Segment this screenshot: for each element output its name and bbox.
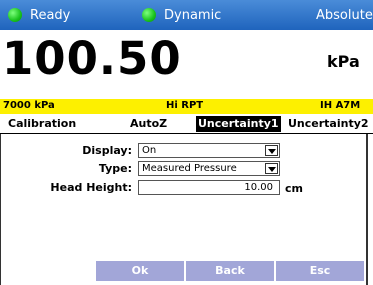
chevron-down-icon[interactable] bbox=[265, 163, 278, 174]
pressure-unit[interactable]: kPa bbox=[327, 52, 360, 71]
absolute-status[interactable]: Absolute bbox=[316, 0, 373, 30]
frame-right-edge bbox=[366, 134, 368, 285]
chevron-down-icon[interactable] bbox=[265, 145, 278, 156]
type-value: Measured Pressure bbox=[142, 163, 237, 174]
tab-uncertainty1[interactable]: Uncertainty1 bbox=[196, 116, 281, 132]
ok-button[interactable]: Ok bbox=[96, 261, 184, 281]
dynamic-status: Dynamic bbox=[142, 0, 221, 30]
module-id-label: IH A7M bbox=[320, 100, 361, 111]
module-label: Hi RPT bbox=[166, 100, 204, 111]
tab-strip: Calibration AutoZ Uncertainty1 Uncertain… bbox=[0, 114, 373, 134]
type-label: Type: bbox=[98, 162, 132, 175]
head-height-input[interactable]: 10.00 bbox=[138, 180, 280, 195]
type-select[interactable]: Measured Pressure bbox=[138, 161, 280, 176]
dynamic-led-icon bbox=[142, 8, 156, 22]
pressure-reading: 100.50 bbox=[2, 32, 182, 85]
display-label: Display: bbox=[82, 144, 132, 157]
status-bar: Ready Dynamic Absolute bbox=[0, 0, 373, 30]
absolute-label: Absolute bbox=[316, 7, 373, 23]
display-select[interactable]: On bbox=[138, 143, 280, 158]
range-label: 7000 kPa bbox=[3, 100, 55, 111]
tab-autoz[interactable]: AutoZ bbox=[128, 116, 169, 132]
head-height-label: Head Height: bbox=[50, 181, 132, 194]
display-value: On bbox=[142, 145, 157, 156]
dynamic-label: Dynamic bbox=[164, 7, 222, 23]
ready-status: Ready bbox=[8, 0, 70, 30]
instrument-screen: Ready Dynamic Absolute 100.50 kPa 7000 k… bbox=[0, 0, 373, 285]
info-bar: 7000 kPa Hi RPT IH A7M bbox=[0, 99, 373, 114]
frame-left-edge bbox=[0, 134, 1, 285]
tab-calibration[interactable]: Calibration bbox=[6, 116, 78, 132]
ready-led-icon bbox=[8, 8, 22, 22]
esc-button[interactable]: Esc bbox=[276, 261, 364, 281]
back-button[interactable]: Back bbox=[186, 261, 274, 281]
tab-uncertainty2[interactable]: Uncertainty2 bbox=[286, 116, 371, 132]
ready-label: Ready bbox=[30, 7, 71, 23]
head-height-unit: cm bbox=[285, 182, 303, 195]
